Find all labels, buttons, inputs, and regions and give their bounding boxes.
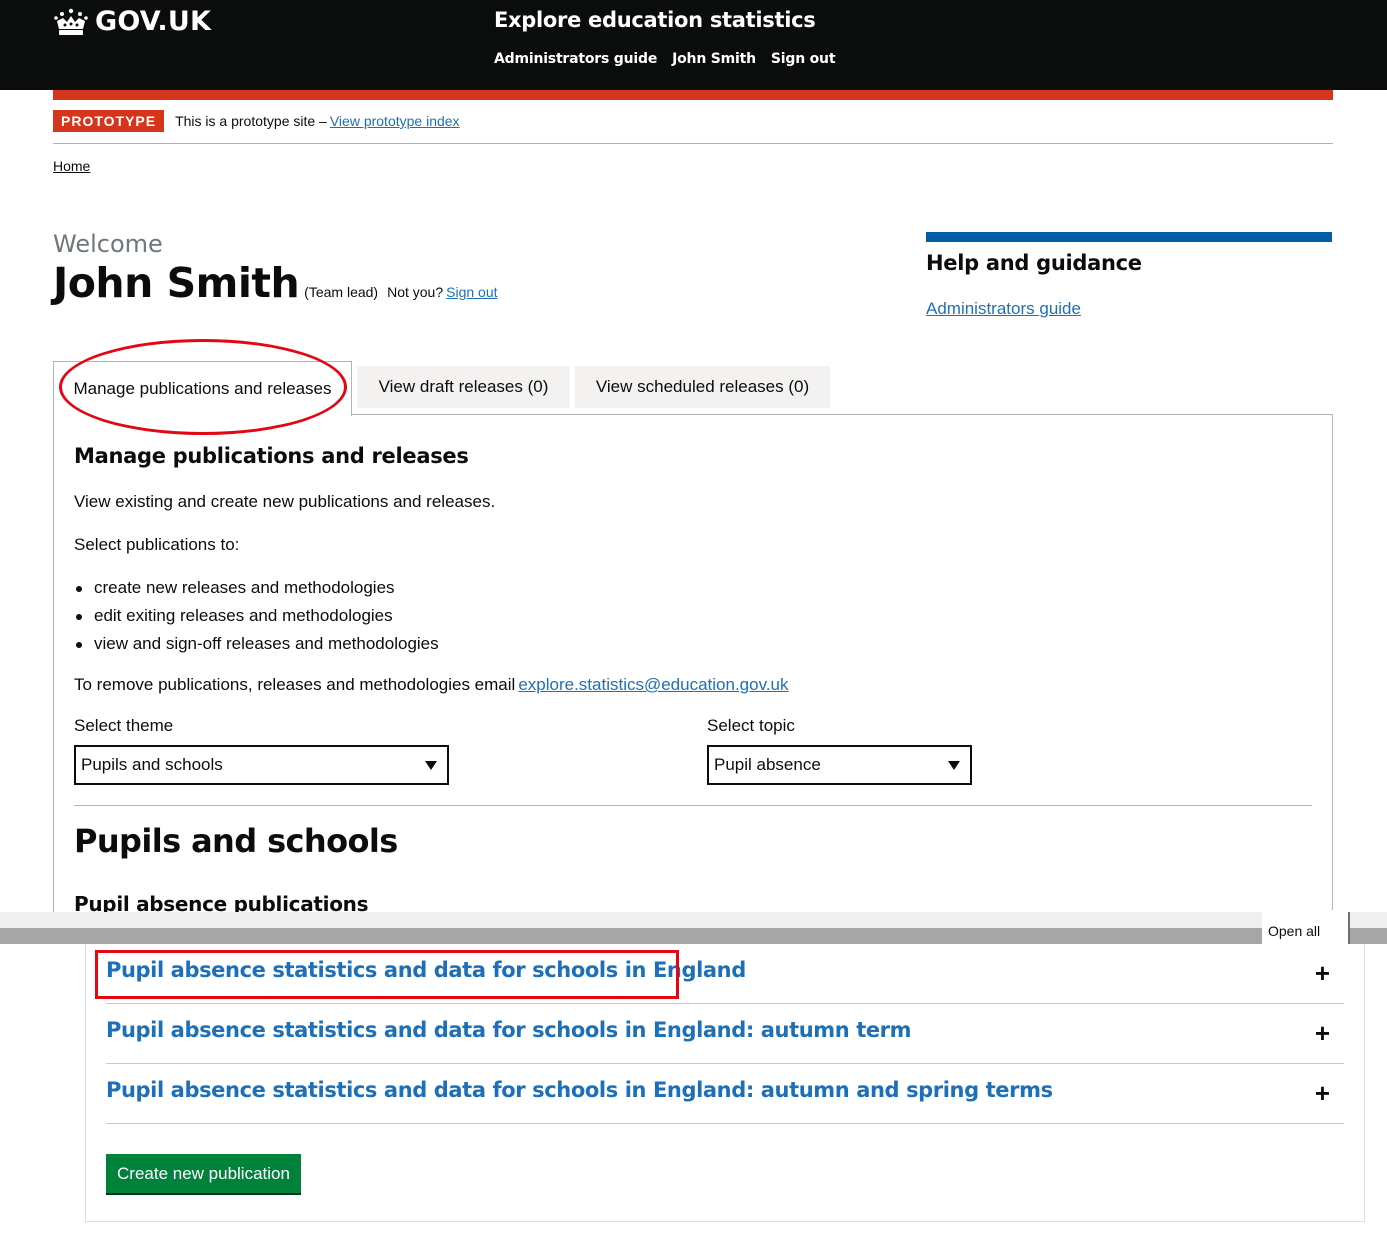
nav-user-name[interactable]: John Smith [672, 51, 756, 67]
list-item: view and sign-off releases and methodolo… [74, 634, 439, 662]
header-nav: Administrators guide John Smith Sign out [494, 51, 836, 67]
welcome-caption: Welcome [53, 230, 163, 258]
administrators-guide-link[interactable]: Administrators guide [926, 299, 1081, 319]
publication-title[interactable]: Pupil absence statistics and data for sc… [106, 1078, 1053, 1102]
theme-select-value: Pupils and schools [81, 755, 223, 774]
service-name[interactable]: Explore education statistics [494, 8, 816, 32]
divider [74, 805, 1312, 806]
email-link[interactable]: explore.statistics@education.gov.uk [518, 675, 788, 694]
screenshot-seam [0, 928, 1387, 944]
site-header: GOV.UK Explore education statistics Admi… [0, 0, 1387, 90]
prototype-tag: PROTOTYPE [53, 110, 165, 132]
nav-administrators-guide[interactable]: Administrators guide [494, 51, 657, 67]
plus-icon[interactable]: + [1315, 1080, 1330, 1106]
dropdown-arrow-icon [948, 761, 960, 770]
user-name: John Smith [53, 259, 300, 307]
tab-draft-releases[interactable]: View draft releases (0) [357, 366, 570, 408]
remove-text-label: To remove publications, releases and met… [74, 675, 516, 694]
help-title: Help and guidance [926, 251, 1142, 275]
plus-icon[interactable]: + [1315, 1020, 1330, 1046]
list-item: edit exiting releases and methodologies [74, 606, 439, 634]
publication-title[interactable]: Pupil absence statistics and data for sc… [106, 1018, 912, 1042]
screenshot-seam-light [0, 912, 1387, 928]
phase-banner-message: This is a prototype site – [175, 113, 327, 129]
header-accent-bar [53, 90, 1333, 100]
accordion-item[interactable]: Pupil absence statistics and data for sc… [106, 1004, 1344, 1064]
plus-icon[interactable]: + [1315, 960, 1330, 986]
prototype-index-link[interactable]: View prototype index [330, 113, 460, 129]
govuk-logo[interactable]: GOV.UK [53, 6, 211, 37]
remove-text: To remove publications, releases and met… [74, 675, 789, 695]
help-accent-bar [926, 232, 1332, 242]
theme-label: Select theme [74, 716, 174, 735]
nav-sign-out[interactable]: Sign out [771, 51, 836, 67]
phase-banner-text: This is a prototype site – View prototype… [175, 113, 459, 129]
topic-label: Select topic [707, 716, 795, 735]
tab-label: View draft releases (0) [378, 377, 549, 396]
intro-text: View existing and create new publication… [74, 492, 496, 511]
open-all-button[interactable]: Open all [1268, 923, 1320, 939]
breadcrumb-home[interactable]: Home [53, 158, 90, 174]
phase-banner: PROTOTYPE This is a prototype site – View… [53, 110, 460, 132]
publication-title[interactable]: Pupil absence statistics and data for sc… [106, 958, 746, 982]
accordion-item[interactable]: Pupil absence statistics and data for sc… [106, 944, 1344, 1004]
create-new-publication-button[interactable]: Create new publication [106, 1154, 301, 1193]
tab-scheduled-releases[interactable]: View scheduled releases (0) [575, 366, 830, 408]
logo-text: GOV.UK [95, 6, 212, 37]
crown-icon [54, 8, 88, 35]
not-you-text: Not you? Sign out [387, 284, 497, 300]
sign-out-link[interactable]: Sign out [446, 284, 497, 300]
topic-select-value: Pupil absence [714, 755, 821, 774]
accordion-item[interactable]: Pupil absence statistics and data for sc… [106, 1064, 1344, 1124]
theme-heading: Pupils and schools [74, 822, 398, 860]
seam-edge [1348, 912, 1350, 944]
user-role: (Team lead) [304, 284, 379, 300]
not-you-label: Not you? [387, 284, 444, 300]
user-heading: John Smith (Team lead) Not you? Sign out [53, 259, 498, 307]
section-title: Manage publications and releases [74, 444, 469, 468]
divider [53, 143, 1333, 144]
select-intro-text: Select publications to: [74, 535, 240, 554]
topic-select[interactable]: Pupil absence [707, 745, 972, 785]
list-item: create new releases and methodologies [74, 578, 439, 606]
bullet-list: create new releases and methodologies ed… [74, 578, 439, 662]
tab-label: View scheduled releases (0) [595, 377, 810, 396]
tab-label: Manage publications and releases [73, 379, 332, 398]
dropdown-arrow-icon [425, 761, 437, 770]
tab-manage-publications[interactable]: Manage publications and releases [53, 361, 352, 416]
theme-select[interactable]: Pupils and schools [74, 745, 449, 785]
